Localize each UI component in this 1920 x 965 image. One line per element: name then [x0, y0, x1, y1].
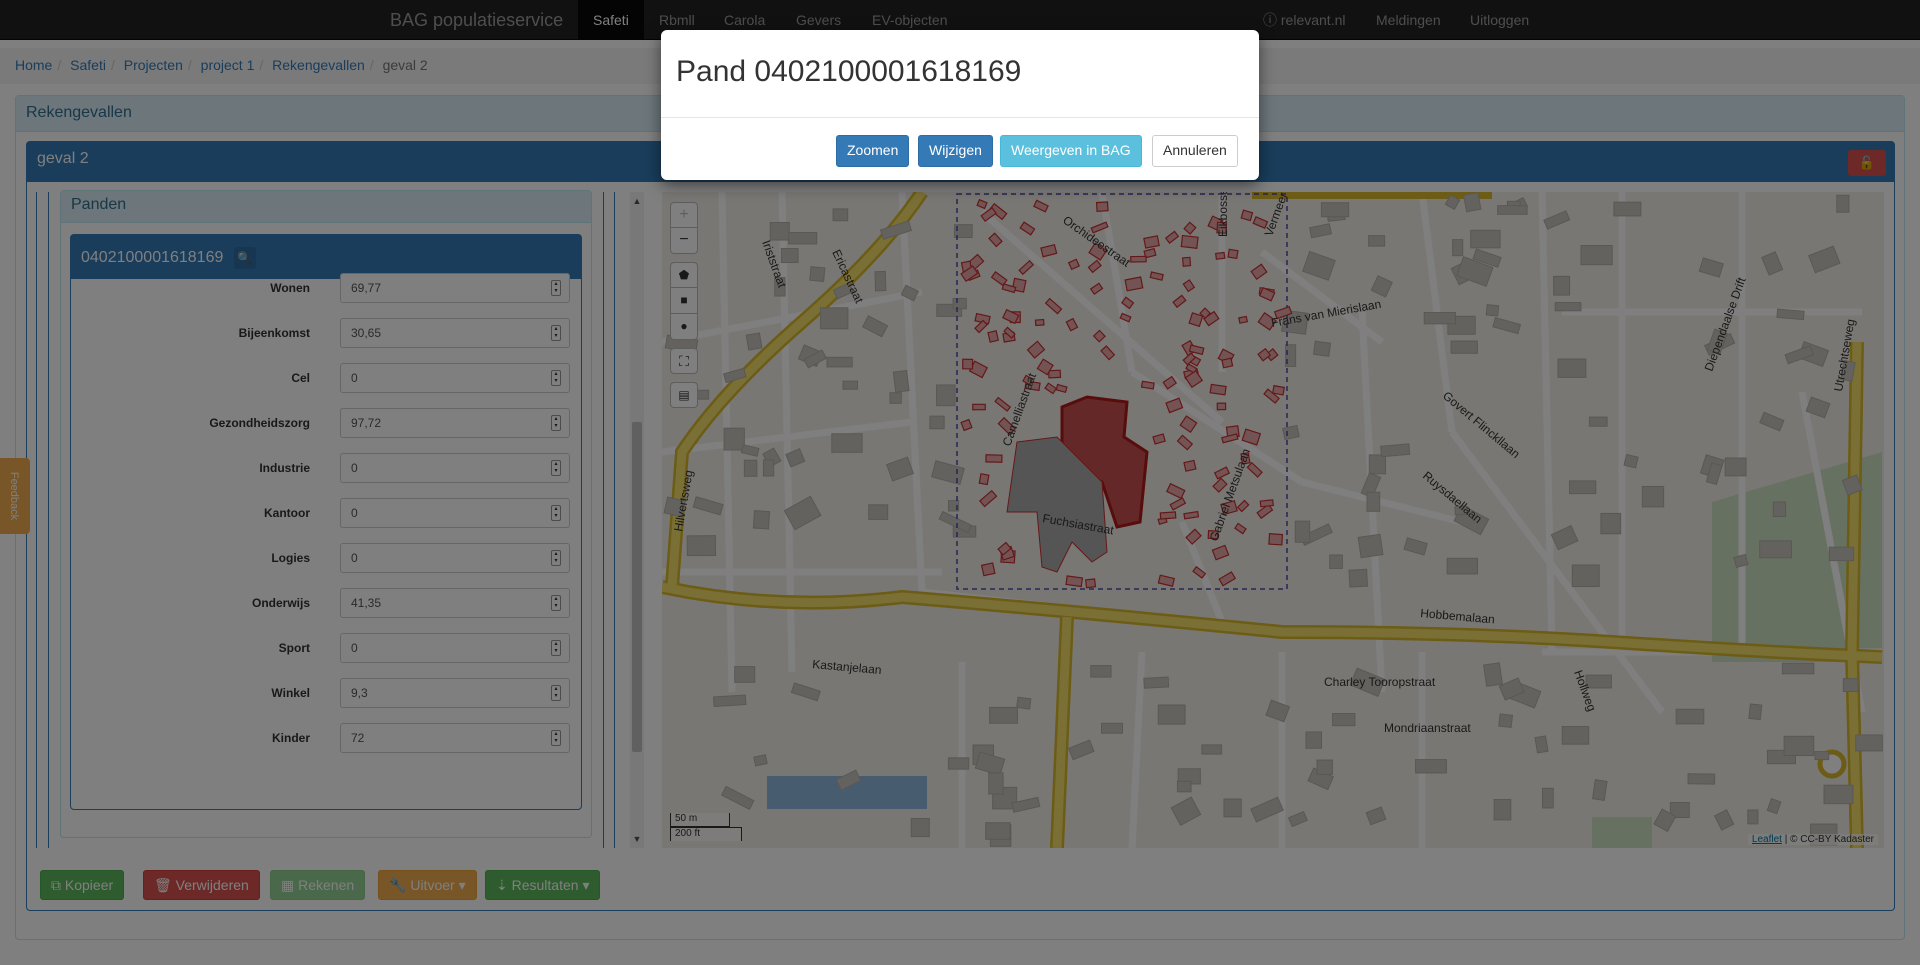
pand-modal: Pand 0402100001618169 Zoomen Wijzigen We… [661, 30, 1259, 180]
modal-footer: Zoomen Wijzigen Weergeven in BAG Annuler… [661, 118, 1259, 180]
modal-title: Pand 0402100001618169 [661, 30, 1259, 118]
wijzigen-button[interactable]: Wijzigen [918, 135, 993, 167]
weergeven-in-bag-button[interactable]: Weergeven in BAG [1000, 135, 1142, 167]
annuleren-button[interactable]: Annuleren [1152, 135, 1238, 167]
zoomen-button[interactable]: Zoomen [836, 135, 910, 167]
